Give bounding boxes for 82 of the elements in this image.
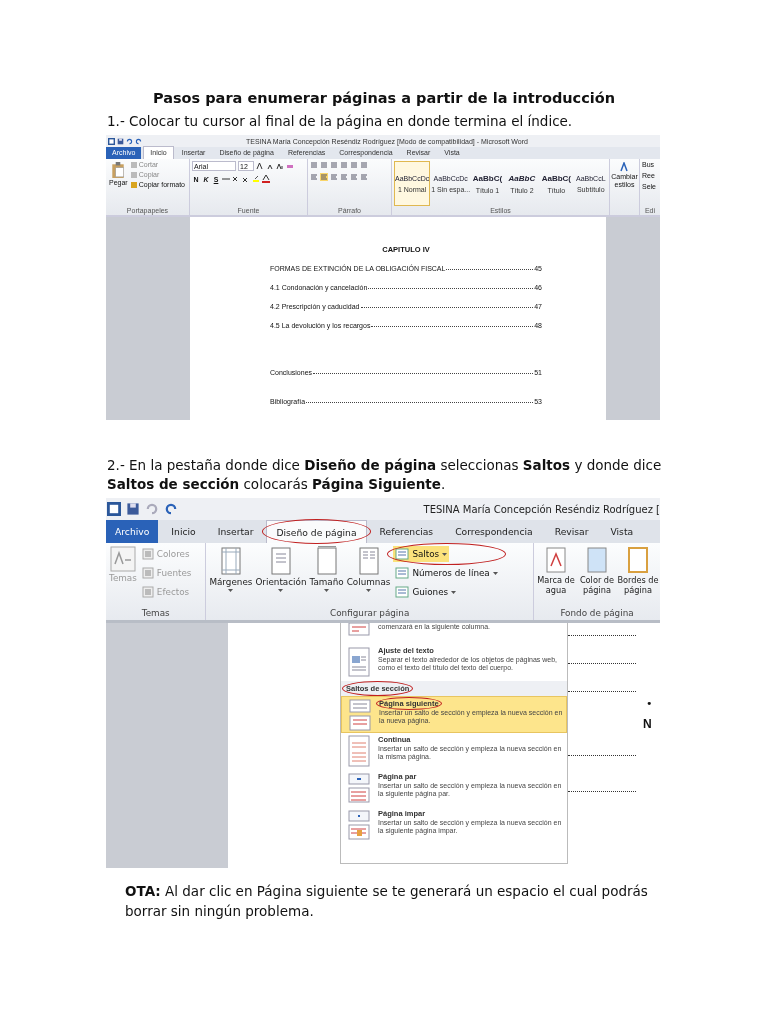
step-text: 1.- Colocar tu cursor al final de la página en donde termina el índice. [107,112,574,131]
swatch-icon [141,548,154,560]
list-icon[interactable] [330,161,338,169]
page-lines-icon [395,586,410,598]
caret-icon [451,590,457,594]
group-label: Configurar página [329,607,411,620]
page-break-icon [346,646,372,678]
page-setup-button[interactable]: Columnas [346,546,391,606]
page-background-button[interactable]: Marca de agua [537,546,575,606]
subscript-icon[interactable] [232,175,240,183]
page-text: N [643,717,652,731]
font-color-icon[interactable] [262,175,270,183]
page-break-icon [346,772,372,804]
superscript-icon[interactable] [242,175,250,183]
page-setup-button[interactable]: Tamaño [309,546,344,606]
save-icon[interactable] [117,137,124,145]
caret-icon [366,589,372,592]
page-text: • [646,697,653,710]
save-icon[interactable] [126,502,140,516]
align-icon[interactable] [310,173,318,181]
group-label: Fondo de página [559,607,635,620]
page-break-icon [346,735,372,767]
page-icon [586,546,608,574]
page-setup-option-button[interactable]: Números de línea [393,565,500,581]
list-icon[interactable] [310,161,318,169]
ribbon-tab[interactable]: Vista [601,520,643,543]
align-icon[interactable] [330,173,338,181]
page-setup-button[interactable]: Orientación [255,546,307,606]
ribbon-tab[interactable]: Correspondencia [446,520,542,543]
list-icon[interactable] [320,161,328,169]
caret-icon [228,589,234,592]
caret-icon [492,571,498,575]
page-break-icon [347,699,373,731]
page-icon [627,546,649,574]
list-icon[interactable] [350,161,358,169]
page-setup-option-button[interactable]: Guiones [393,584,459,600]
page-layout-icon [356,546,381,576]
page-lines-icon [395,567,410,579]
ribbon-tab[interactable]: Inicio [162,520,205,543]
ribbon-tab[interactable]: Insertar [208,520,263,543]
group-label: Temas [140,607,171,620]
ribbon-tab[interactable]: Diseño de página [266,520,367,543]
undo-icon[interactable] [126,137,133,145]
page-layout-icon [314,546,339,576]
word-logo-icon[interactable] [108,137,115,145]
page-background-button[interactable]: Color de página [578,546,616,606]
align-icon[interactable] [320,173,328,181]
caret-icon [278,589,284,592]
caret-icon [324,589,330,592]
page-layout-icon [268,546,293,576]
list-icon[interactable] [340,161,348,169]
page-background-button[interactable]: Bordes de página [619,546,657,606]
shrink-font-icon[interactable] [266,162,274,170]
note-text: OTA: Al dar clic en Página siguiente se te generará un espacio el cual podrás borrar sin ningún problema. [125,882,649,921]
list-icon[interactable] [360,161,368,169]
page-break-icon [346,809,372,841]
styles-icon [619,162,630,172]
swatch-icon [141,586,154,598]
page-setup-option-button[interactable]: Saltos [393,546,450,562]
ribbon-tab[interactable]: Revisar [545,520,598,543]
change-case-icon[interactable] [276,162,284,170]
grow-font-icon[interactable] [256,162,264,170]
themes-icon [109,546,136,572]
step-text: 2.- En la pestaña donde dice Diseño de página seleccionas Saltos y donde dice Saltos de sección colocarás Página Siguiente. [107,456,663,494]
redo-icon[interactable] [164,502,178,516]
page-icon [545,546,567,574]
align-icon[interactable] [340,173,348,181]
clipboard-icon [111,162,126,178]
align-icon[interactable] [360,173,368,181]
highlight-icon[interactable] [252,175,260,183]
window-title: TESINA María Concepción Reséndiz Rodríguez [ [422,503,660,515]
swatch-icon [141,567,154,579]
caret-icon [442,552,448,556]
ribbon-tab[interactable]: Archivo [106,520,159,543]
page-layout-icon [218,546,243,576]
page-title: Pasos para enumerar páginas a partir de la introducción [151,89,617,108]
ribbon-tab[interactable]: Referencias [370,520,443,543]
word-logo-icon[interactable] [107,502,121,516]
redo-icon[interactable] [135,137,142,145]
align-icon[interactable] [350,173,358,181]
page-lines-icon [395,548,410,560]
page-setup-button[interactable]: Márgenes [209,546,253,606]
